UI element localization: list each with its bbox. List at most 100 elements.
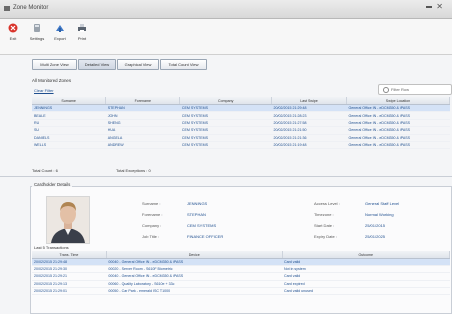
cell-forename: STEPHAN [105, 104, 180, 113]
print-label: Print [77, 36, 87, 41]
cell-device: 00020 - Server Room - S610F Biometric [106, 265, 282, 274]
start-date-label: Start Date : [314, 223, 335, 228]
column-header-swipe-location[interactable]: Swipe Location [346, 97, 451, 105]
table-row[interactable]: WELLS ANDREW CEM SYSTEMS 20/02/2015 21:1… [32, 141, 450, 150]
timezone-label: Timezone : [314, 212, 334, 217]
cell-company: CEM SYSTEMS [179, 104, 272, 113]
column-header-device[interactable]: Device [106, 251, 283, 259]
column-header-trans-time[interactable]: Trans. Time [32, 251, 107, 259]
timezone-value: Normal Working [365, 212, 394, 217]
search-icon [383, 87, 389, 93]
cell-device: 00060 - Quality Laboratory - S610e + 33c [106, 280, 282, 288]
person-photo-icon [47, 197, 89, 243]
exit-button[interactable]: Exit [3, 23, 23, 49]
cell-device: 00040 - General Office IN - eDCM350 & iP… [106, 258, 282, 267]
table-row[interactable]: BEALE JOHN CEM SYSTEMS 20/02/2015 21:28:… [32, 111, 450, 120]
tab-total-count-view[interactable]: Total Count View [160, 59, 207, 70]
cardholder-photo [46, 196, 90, 244]
total-exceptions: Total Exceptions : 0 [116, 168, 151, 173]
cell-company: CEM SYSTEMS [179, 134, 272, 142]
last-transactions-heading: Last 5 Transactions [34, 245, 69, 250]
cell-company: CEM SYSTEMS [179, 126, 272, 135]
company-value: CEM SYSTEMS [187, 223, 217, 228]
settings-icon [34, 24, 40, 32]
cell-swipe-location: General Office IN - eDCM350 & iPASS [346, 126, 450, 135]
view-tabs: Multi Zone View Detailed View Graphical … [0, 56, 452, 72]
cell-last-swipe: 20/02/2015 21:29:48 [271, 104, 347, 113]
zone-monitor-window: Zone Monitor ✕ Exit Settings Export Prin… [0, 0, 452, 314]
tab-detailed-view[interactable]: Detailed View [78, 59, 116, 70]
cell-device: 00040 - General Office IN - eDCM350 & iP… [106, 272, 282, 281]
close-icon[interactable]: ✕ [436, 3, 443, 11]
cell-forename: SHENG [105, 119, 180, 128]
table-row[interactable]: JENNINGS STEPHAN CEM SYSTEMS 20/02/2015 … [32, 104, 450, 113]
print-icon [78, 24, 86, 32]
cell-company: CEM SYSTEMS [179, 111, 272, 120]
clear-filter-link[interactable]: Clear Filter [34, 88, 54, 93]
job-title-value: FINANCE OFFICER [187, 234, 224, 239]
print-button[interactable]: Print [72, 23, 92, 49]
app-icon [4, 6, 10, 11]
cell-swipe-location: General Office IN - eDCM350 & iPASS [346, 134, 450, 142]
cell-surname: BEALE [32, 111, 106, 120]
tab-graphical-view[interactable]: Graphical View [117, 59, 159, 70]
table-row[interactable]: 20/02/2015 21:29:21 00040 - General Offi… [32, 272, 450, 281]
cell-last-swipe: 20/02/2015 21:19:48 [271, 141, 347, 150]
grid-header-row: Trans. Time Device Outcome [32, 251, 450, 259]
cell-trans-time: 20/02/2015 21:29:48 [32, 258, 107, 267]
expiry-date-label: Expiry Date : [314, 234, 337, 239]
surname-value: JENNINGS [187, 201, 208, 206]
table-row[interactable]: SU HUA CEM SYSTEMS 20/02/2015 21:21:50 G… [32, 126, 450, 135]
table-row[interactable]: 20/02/2015 21:29:30 00020 - Server Room … [32, 265, 450, 274]
expiry-date-value: 25/01/2025 [365, 234, 386, 239]
minimize-icon[interactable] [426, 6, 432, 8]
exit-label: Exit [9, 36, 17, 41]
settings-button[interactable]: Settings [27, 23, 47, 49]
cell-company: CEM SYSTEMS [179, 119, 272, 128]
exit-icon [8, 23, 18, 33]
cell-outcome: Card expired [282, 280, 450, 288]
cell-forename: JOHN [105, 111, 180, 120]
cell-surname: SU [32, 126, 106, 135]
surname-label: Surname : [142, 201, 161, 206]
export-button[interactable]: Export [50, 23, 70, 49]
cell-surname: WELLS [32, 141, 106, 150]
export-label: Export [54, 36, 66, 41]
table-row[interactable]: 20/02/2015 21:29:01 00050 - Car Park - e… [32, 287, 450, 295]
grid-header-row: Surname Forename Company Last Swipe Swip… [32, 97, 451, 105]
cell-trans-time: 20/02/2015 21:29:01 [32, 287, 107, 295]
table-row[interactable]: RU SHENG CEM SYSTEMS 20/02/2015 21:27:58… [32, 119, 450, 128]
forename-label: Forename : [142, 212, 163, 217]
filter-placeholder: Filter Row [391, 87, 410, 92]
transactions-grid: Trans. Time Device Outcome 20/02/2015 21… [32, 251, 450, 295]
table-row[interactable]: 20/02/2015 21:29:13 00060 - Quality Labo… [32, 280, 450, 288]
cell-outcome: Not in system [282, 265, 450, 274]
column-header-forename[interactable]: Forename [105, 97, 181, 105]
cell-last-swipe: 20/02/2015 21:27:58 [271, 119, 347, 128]
cell-device: 00050 - Car Park - emerald ISC T1000 [106, 287, 282, 295]
forename-value: STEPHAN [187, 212, 206, 217]
tab-multi-zone-view[interactable]: Multi Zone View [32, 59, 77, 70]
monitored-zones-heading: All Monitored Zones [32, 78, 72, 83]
monitored-grid: Surname Forename Company Last Swipe Swip… [32, 97, 451, 150]
column-header-company[interactable]: Company [179, 97, 273, 105]
table-row[interactable]: DANIELS ANGELA CEM SYSTEMS 20/02/2015 21… [32, 134, 450, 142]
column-header-surname[interactable]: Surname [32, 97, 107, 105]
column-header-last-swipe[interactable]: Last Swipe [271, 97, 347, 105]
cardholder-details-heading: Cardholder Details [32, 182, 73, 187]
cell-last-swipe: 20/02/2015 21:28:23 [271, 111, 347, 120]
cell-outcome: Card valid [282, 258, 450, 267]
cell-swipe-location: General Office IN - eDCM350 & iPASS [346, 104, 450, 113]
cell-trans-time: 20/02/2015 21:29:21 [32, 272, 107, 281]
cell-trans-time: 20/02/2015 21:29:13 [32, 280, 107, 288]
table-row[interactable]: 20/02/2015 21:29:48 00040 - General Offi… [32, 258, 450, 267]
filter-input[interactable]: Filter Row [378, 84, 452, 95]
column-header-outcome[interactable]: Outcome [282, 251, 450, 259]
cell-last-swipe: 20/02/2015 21:21:36 [271, 134, 347, 142]
total-count: Total Count : 6 [32, 168, 58, 173]
access-level-value: General Staff Level [365, 201, 400, 206]
cell-forename: ANDREW [105, 141, 180, 150]
window-title: Zone Monitor [13, 5, 49, 11]
cell-forename: HUA [105, 126, 180, 135]
toolbar: Exit Settings Export Print [0, 19, 452, 55]
